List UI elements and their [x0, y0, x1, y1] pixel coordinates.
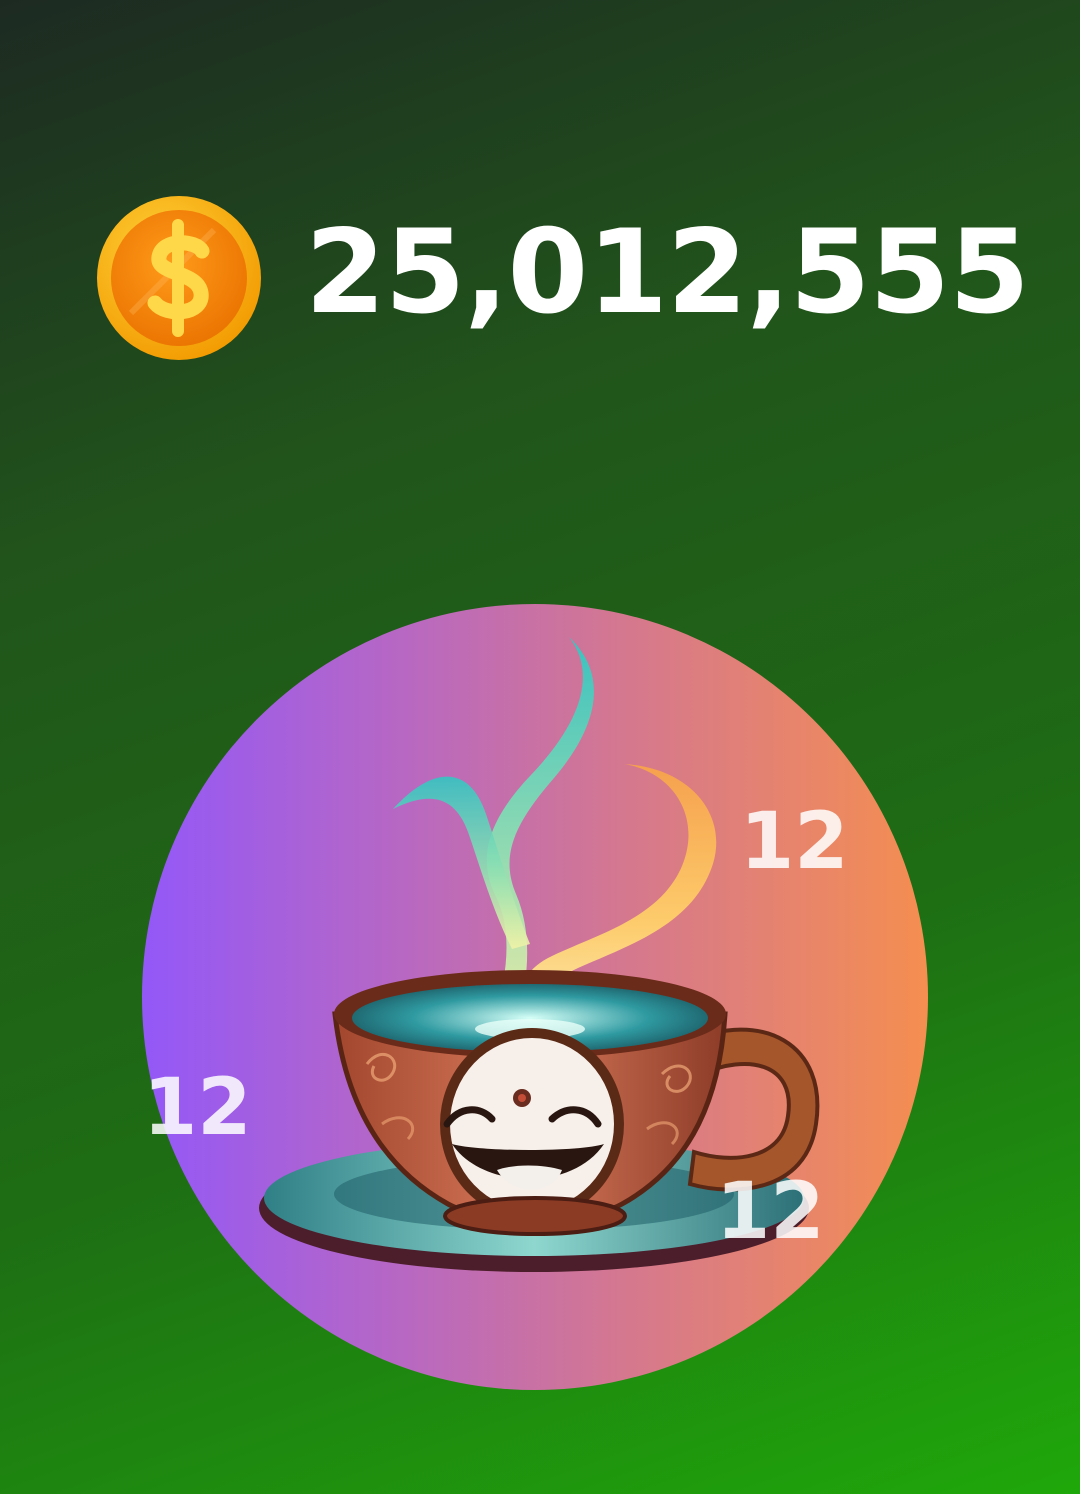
smiling-teacup-icon [259, 637, 820, 1272]
coin-balance: 25,012,555 [305, 205, 1030, 340]
tap-reward-popup: 12 [143, 1063, 252, 1153]
tap-reward-popup: 12 [716, 1167, 825, 1257]
tap-target[interactable] [142, 604, 928, 1390]
balance-bar: 25,012,555 [0, 190, 1080, 360]
dollar-coin-icon [97, 196, 261, 360]
tap-reward-popup: 12 [740, 797, 849, 887]
